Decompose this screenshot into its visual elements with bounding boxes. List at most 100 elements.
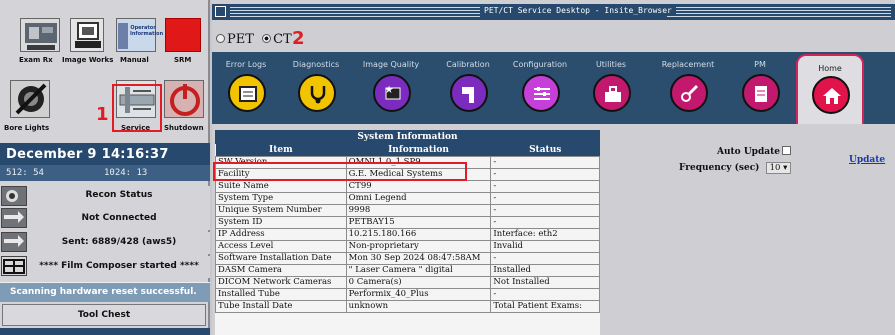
service-desktop-window: PET/CT Service Desktop - Insite_Browser … — [212, 0, 895, 335]
item-cell: Access Level — [215, 239, 347, 253]
chevron-down-icon: ▾ — [783, 163, 788, 173]
status-cell: Installed — [490, 263, 600, 277]
service-button-highlight — [112, 84, 162, 132]
power-shutdown-icon — [164, 80, 204, 118]
auto-update-label: Auto Update — [717, 147, 780, 157]
connection-status-row[interactable]: Not Connected — [0, 208, 210, 230]
modality-selector: PET CT — [216, 32, 292, 47]
film-composer-row[interactable]: **** Film Composer started **** — [0, 256, 210, 278]
information-cell: " Laser Camera " digital — [345, 263, 492, 277]
frequency-value: 10 — [769, 163, 781, 173]
item-cell: System ID — [215, 215, 347, 229]
status-cell: - — [490, 287, 600, 301]
status-cell: Total Patient Exams: — [490, 299, 600, 313]
table-row: Tube Install Date unknown Total Patient Ex… — [215, 299, 600, 313]
error-logs-icon — [228, 74, 266, 112]
table-row: Software Installation Date Mon 30 Sep 202… — [215, 251, 600, 265]
image-works-label: Image Works — [62, 56, 114, 64]
recon-status-row[interactable]: Recon Status — [0, 186, 210, 208]
pet-radio-icon — [216, 34, 225, 43]
tab-home-label: Home — [818, 64, 842, 73]
recon-status-text: Recon Status — [85, 190, 153, 200]
tool-chest-button[interactable]: Tool Chest — [2, 304, 206, 326]
tab-diagnostics[interactable]: Diagnostics — [282, 52, 350, 124]
table-row: IP Address 10.215.180.166 Interface: eth2 — [215, 227, 600, 241]
ct-radio[interactable]: CT — [262, 32, 292, 47]
status-cell: - — [490, 179, 600, 193]
status-cell: - — [490, 155, 600, 169]
tab-calibration[interactable]: Calibration — [434, 52, 502, 124]
information-cell: PETBAY15 — [345, 215, 492, 229]
table-row: Installed Tube Performix_40_Plus - — [215, 287, 600, 301]
exam-rx-button[interactable]: Exam Rx — [18, 18, 64, 68]
manual-label: Manual — [120, 56, 149, 64]
information-cell: Omni Legend — [345, 191, 492, 205]
table-row: Access Level Non-proprietary Invalid — [215, 239, 600, 253]
tab-pm-label: PM — [754, 60, 766, 69]
tab-configuration[interactable]: Configuration — [506, 52, 574, 124]
tab-home[interactable]: Home — [796, 54, 864, 124]
title-stripes-right — [667, 7, 891, 17]
ct-radio-icon — [262, 34, 272, 43]
coordinate-left: 512: 54 — [6, 168, 44, 178]
callout-two: 2 — [292, 28, 305, 49]
information-cell: 9998 — [345, 203, 492, 217]
srm-button[interactable]: SRM — [162, 18, 208, 68]
sw-version-highlight — [213, 162, 467, 181]
bore-lights-off-icon — [10, 80, 50, 118]
table-row: System Type Omni Legend - — [215, 191, 600, 205]
item-cell: Software Installation Date — [215, 251, 347, 265]
tab-error-logs[interactable]: Error Logs — [212, 52, 280, 124]
auto-update-control: Auto Update — [717, 146, 791, 157]
utilities-toolbox-icon — [593, 74, 631, 112]
frequency-select[interactable]: 10 ▾ — [765, 162, 792, 174]
tab-replacement[interactable]: Replacement — [654, 52, 722, 124]
item-cell: Tube Install Date — [215, 299, 347, 313]
image-works-button[interactable]: Image Works — [62, 18, 113, 68]
sent-status-row[interactable]: Sent: 6889/428 (aws5) — [0, 232, 210, 254]
item-cell: Installed Tube — [215, 287, 347, 301]
tab-configuration-label: Configuration — [512, 60, 568, 69]
image-quality-icon — [373, 74, 411, 112]
pm-checklist-icon — [742, 74, 780, 112]
tab-pm[interactable]: PM — [726, 52, 794, 124]
image-works-icon — [70, 18, 104, 52]
item-cell: DICOM Network Cameras — [215, 275, 347, 289]
ct-radio-label: CT — [273, 32, 292, 47]
pet-radio[interactable]: PET — [216, 32, 254, 47]
home-icon — [812, 76, 850, 114]
table-row: Unique System Number 9998- — [215, 203, 600, 217]
bore-lights-button[interactable]: Bore Lights — [4, 80, 64, 134]
window-title-bar[interactable]: PET/CT Service Desktop - Insite_Browser — [212, 4, 895, 20]
shutdown-button[interactable]: Shutdown — [160, 80, 210, 134]
information-cell: unknown — [345, 299, 492, 313]
coordinate-readout: 512: 54 1024: 13 — [0, 165, 210, 181]
status-cell: - — [490, 215, 600, 229]
manual-button[interactable]: Operator Information Manual — [114, 18, 164, 68]
information-cell: Mon 30 Sep 2024 08:47:58AM — [345, 251, 492, 265]
information-cell: Performix_40_Plus — [345, 287, 492, 301]
sent-status-text: Sent: 6889/428 (aws5) — [61, 237, 177, 247]
table-row: DASM Camera " Laser Camera " digital Insta… — [215, 263, 600, 277]
tab-calibration-label: Calibration — [446, 60, 490, 69]
coordinate-right: 1024: 13 — [104, 168, 148, 178]
tab-image-quality[interactable]: Image Quality — [357, 52, 425, 124]
tab-utilities[interactable]: Utilities — [577, 52, 645, 124]
table-row: Suite Name CT99- — [215, 179, 600, 193]
tab-replacement-label: Replacement — [661, 60, 715, 69]
update-link[interactable]: Update — [849, 155, 885, 165]
operator-information-text: Operator Information — [130, 25, 164, 37]
auto-update-checkbox[interactable] — [781, 146, 791, 155]
item-cell: Unique System Number — [215, 203, 347, 217]
stethoscope-icon — [298, 74, 336, 112]
column-header-status: Status — [490, 144, 600, 156]
connection-status-text: Not Connected — [81, 213, 157, 223]
status-cell: - — [490, 203, 600, 217]
item-cell: Suite Name — [215, 179, 347, 193]
title-stripes-left — [230, 7, 480, 17]
window-menu-icon[interactable] — [215, 6, 226, 17]
callout-one: 1 — [96, 104, 109, 125]
connection-arrows-icon — [1, 232, 27, 252]
connection-arrows-icon — [1, 208, 27, 228]
service-tab-bar: Error Logs Diagnostics Image Quality Cal… — [212, 52, 895, 124]
